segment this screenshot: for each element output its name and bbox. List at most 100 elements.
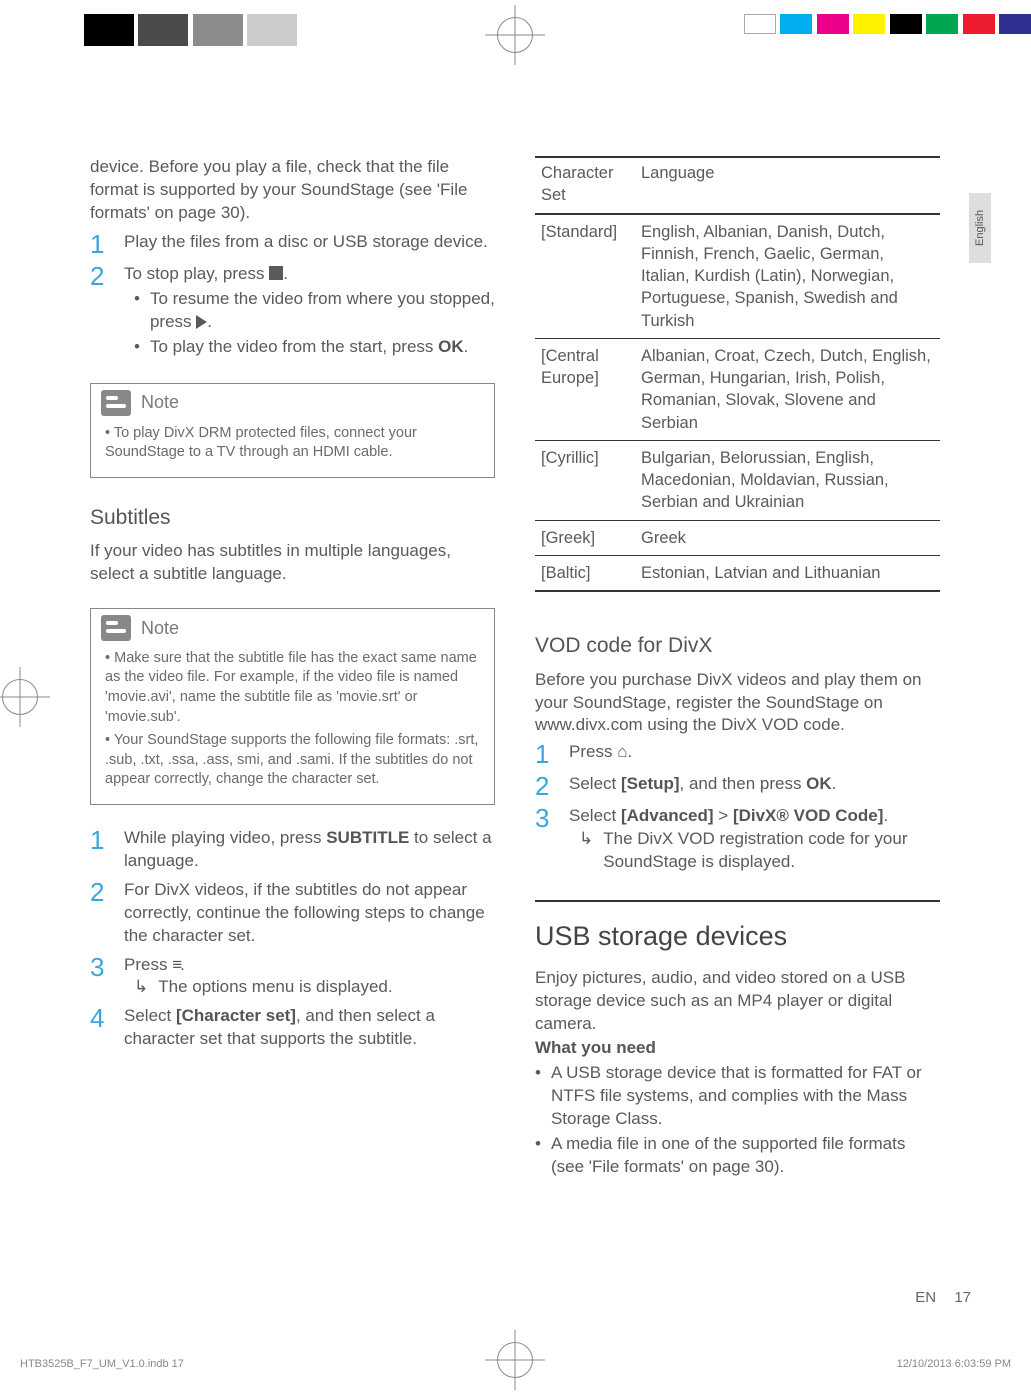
step-number: 2 <box>90 879 110 948</box>
table-row: [Cyrillic]Bulgarian, Belorussian, Englis… <box>535 440 940 520</box>
step-number: 1 <box>90 231 110 257</box>
note-item: Make sure that the subtitle file has the… <box>105 649 480 727</box>
note-item: Your SoundStage supports the following f… <box>105 731 480 790</box>
menu-option: [Character set] <box>176 1006 296 1025</box>
timestamp-footer: 12/10/2013 6:03:59 PM <box>897 1358 1011 1370</box>
step-text: . <box>180 955 185 974</box>
note-icon <box>101 615 131 641</box>
language-tab: English <box>969 193 991 263</box>
section-divider <box>535 900 940 902</box>
bullet-text: . <box>464 337 469 356</box>
list-item: 2 Select [Setup], and then press OK. <box>535 773 940 799</box>
list-item: 3 Press ≡. The options menu is displayed… <box>90 954 495 1000</box>
result-text: The options menu is displayed. <box>158 976 392 999</box>
charset-name: [Baltic] <box>535 555 635 591</box>
vod-intro: Before you purchase DivX videos and play… <box>535 669 940 738</box>
home-icon: ⌂ <box>617 742 627 761</box>
step-text: Select <box>569 774 621 793</box>
charset-langs: Estonian, Latvian and Lithuanian <box>635 555 940 591</box>
menu-option: [Advanced] <box>621 806 714 825</box>
right-column: Character Set Language [Standard]English… <box>535 156 940 1181</box>
ok-label: OK <box>438 337 464 356</box>
note-box: Note To play DivX DRM protected files, c… <box>90 383 495 478</box>
table-header: Character Set <box>535 157 635 214</box>
step-text: Press <box>124 955 172 974</box>
what-you-need-heading: What you need <box>535 1038 656 1057</box>
list-item: 4 Select [Character set], and then selec… <box>90 1005 495 1051</box>
note-item: To play DivX DRM protected files, connec… <box>105 424 480 463</box>
vod-heading: VOD code for DivX <box>535 632 940 660</box>
vod-steps: 1 Press ⌂. 2 Select [Setup], and then pr… <box>535 741 940 874</box>
step-body: Play the files from a disc or USB storag… <box>124 231 495 257</box>
list-item: 1 Press ⌂. <box>535 741 940 767</box>
play-icon <box>196 315 207 329</box>
list-item: 1 Play the files from a disc or USB stor… <box>90 231 495 257</box>
charset-name: [Greek] <box>535 520 635 555</box>
registration-mark-bottom <box>485 1330 545 1390</box>
step-text: Select <box>569 806 621 825</box>
usb-heading: USB storage devices <box>535 918 940 954</box>
registration-mark-left <box>0 667 50 727</box>
list-item: A media file in one of the supported fil… <box>535 1133 940 1179</box>
note-icon <box>101 390 131 416</box>
intro-text: device. Before you play a file, check th… <box>90 156 495 225</box>
result-text: The DivX VOD registration code for your … <box>603 828 940 874</box>
subtitle-button-label: SUBTITLE <box>326 828 409 847</box>
left-column: device. Before you play a file, check th… <box>90 156 495 1181</box>
stop-icon <box>269 266 283 280</box>
usb-intro: Enjoy pictures, audio, and video stored … <box>535 967 940 1036</box>
step-number: 2 <box>90 263 110 361</box>
table-row: [Baltic]Estonian, Latvian and Lithuanian <box>535 555 940 591</box>
step-text: For DivX videos, if the subtitles do not… <box>124 879 495 948</box>
step-number: 1 <box>535 741 555 767</box>
step-body: To stop play, press . To resume the vide… <box>124 263 495 361</box>
step-text: While playing video, press <box>124 828 326 847</box>
table-header: Language <box>635 157 940 214</box>
list-item: 3 Select [Advanced] > [DivX® VOD Code]. … <box>535 805 940 874</box>
charset-langs: English, Albanian, Danish, Dutch, Finnis… <box>635 214 940 339</box>
table-row: [Central Europe]Albanian, Croat, Czech, … <box>535 338 940 440</box>
table-row: [Greek]Greek <box>535 520 940 555</box>
list-item: 1 While playing video, press SUBTITLE to… <box>90 827 495 873</box>
step-text: Press <box>569 742 617 761</box>
charset-langs: Albanian, Croat, Czech, Dutch, English, … <box>635 338 940 440</box>
list-item: To resume the video from where you stopp… <box>134 288 495 334</box>
step-text: Select <box>124 1006 176 1025</box>
subtitles-intro: If your video has subtitles in multiple … <box>90 540 495 586</box>
lang-code: EN <box>915 1289 936 1306</box>
need-item: A media file in one of the supported fil… <box>551 1133 940 1179</box>
registration-mark-top <box>485 5 545 65</box>
list-item: To play the video from the start, press … <box>134 336 495 359</box>
bullet-text: To play the video from the start, press <box>150 337 438 356</box>
charset-name: [Central Europe] <box>535 338 635 440</box>
table-row: [Standard]English, Albanian, Danish, Dut… <box>535 214 940 339</box>
charset-name: [Standard] <box>535 214 635 339</box>
step-number: 4 <box>90 1005 110 1051</box>
step-text: > <box>714 806 733 825</box>
note-title: Note <box>141 616 179 640</box>
step-number: 3 <box>535 805 555 874</box>
step-number: 2 <box>535 773 555 799</box>
step-text: . <box>832 774 837 793</box>
charset-langs: Bulgarian, Belorussian, English, Macedon… <box>635 440 940 520</box>
page-number: EN 17 <box>915 1289 971 1306</box>
step-text: To stop play, press <box>124 264 269 283</box>
list-item: 2 For DivX videos, if the subtitles do n… <box>90 879 495 948</box>
subtitle-steps: 1 While playing video, press SUBTITLE to… <box>90 827 495 1051</box>
indb-footer: HTB3525B_F7_UM_V1.0.indb 17 <box>20 1358 184 1370</box>
need-item: A USB storage device that is formatted f… <box>551 1062 940 1131</box>
list-item: 2 To stop play, press . To resume the vi… <box>90 263 495 361</box>
charset-langs: Greek <box>635 520 940 555</box>
ok-label: OK <box>806 774 832 793</box>
page-no: 17 <box>954 1289 971 1306</box>
note-box: Note Make sure that the subtitle file ha… <box>90 608 495 805</box>
character-set-table: Character Set Language [Standard]English… <box>535 156 940 592</box>
step-text: , and then press <box>680 774 807 793</box>
step-number: 3 <box>90 954 110 1000</box>
options-icon: ≡ <box>172 954 180 977</box>
list-item: A USB storage device that is formatted f… <box>535 1062 940 1131</box>
menu-option: [DivX® VOD Code] <box>733 806 883 825</box>
subtitles-heading: Subtitles <box>90 504 495 532</box>
bullet-text: . <box>207 312 212 331</box>
step-text: . <box>627 742 632 761</box>
